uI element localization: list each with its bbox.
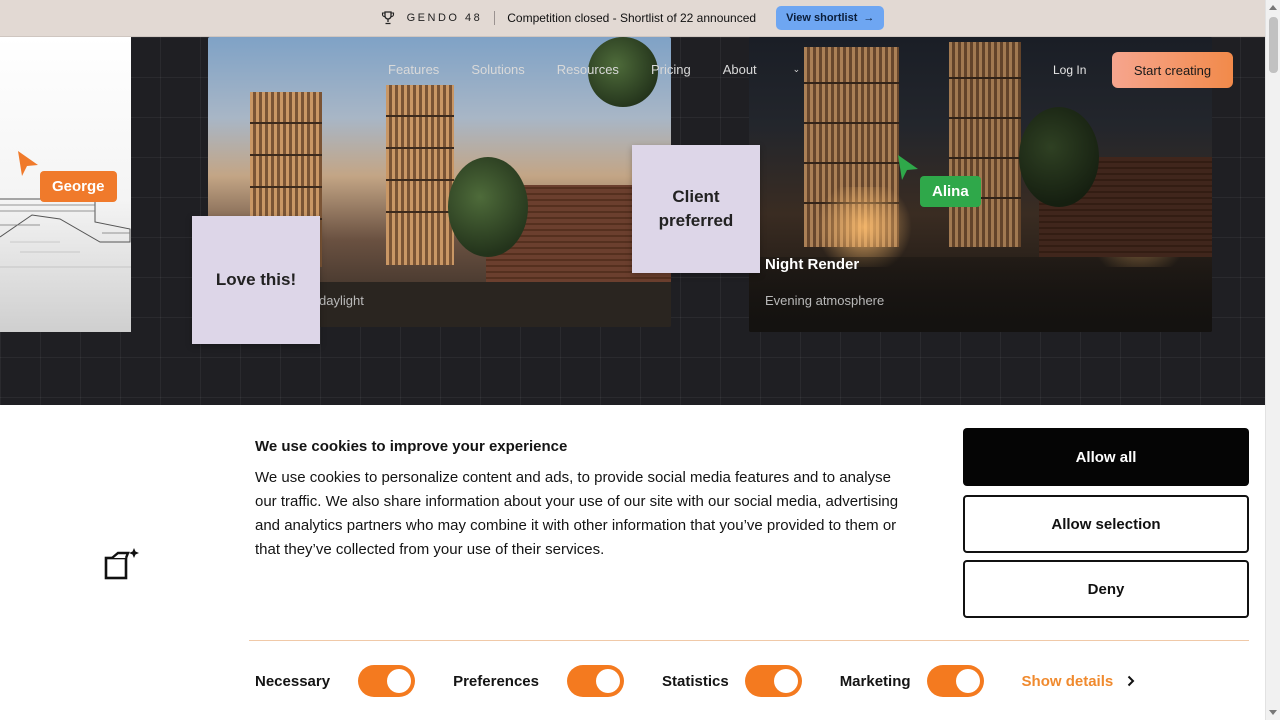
nav-item-features[interactable]: Features [388, 62, 439, 77]
sticky-note-text: Client preferred [658, 187, 734, 230]
arrow-right-icon: → [863, 12, 875, 24]
nav-item-resources[interactable]: Resources [557, 62, 619, 77]
cookie-title: We use cookies to improve your experienc… [255, 438, 568, 455]
brand-logo-icon [104, 548, 139, 580]
nav-item-pricing[interactable]: Pricing [651, 62, 691, 77]
statistics-label: Statistics [661, 672, 729, 690]
sticky-note-love[interactable]: Love this! [192, 216, 320, 344]
preferences-label: Preferences [453, 672, 539, 690]
necessary-toggle[interactable] [358, 665, 416, 697]
cookie-banner: We use cookies to improve your experienc… [0, 405, 1265, 720]
nav-item-solutions[interactable]: Solutions [471, 62, 524, 77]
tree [448, 157, 528, 257]
night-render-title: Night Render [765, 256, 860, 273]
nav-item-about-label: About [722, 62, 757, 77]
statistics-toggle[interactable] [744, 665, 802, 697]
tree [1019, 107, 1099, 207]
alina-cursor-icon [898, 155, 918, 180]
cursor-label-alina: Alina [920, 176, 981, 207]
allow-all-button[interactable]: Allow all [963, 428, 1249, 486]
nav-item-about[interactable]: About ⌄ [723, 62, 833, 77]
cursor-label-george: George [40, 171, 117, 202]
chevron-right-icon [1128, 675, 1135, 687]
scrollbar-thumb[interactable] [1269, 17, 1278, 73]
main-nav: Features Solutions Resources Pricing Abo… [388, 62, 864, 77]
marketing-label: Marketing [839, 672, 911, 690]
deny-button[interactable]: Deny [963, 560, 1249, 618]
show-details-link[interactable]: Show details [1022, 673, 1136, 690]
building-shape [386, 85, 454, 265]
george-cursor-icon [18, 151, 38, 176]
trophy-icon [381, 11, 394, 25]
page: GENDO 48 Competition closed - Shortlist … [0, 0, 1280, 720]
divider [249, 640, 1249, 641]
cookie-description: We use cookies to personalize content an… [255, 469, 899, 558]
preferences-toggle[interactable] [566, 665, 624, 697]
window-glow [809, 187, 919, 267]
sticky-note-text: Love this! [215, 270, 297, 289]
page-scrollbar[interactable] [1265, 0, 1280, 720]
view-shortlist-button[interactable]: View shortlist → [776, 6, 885, 30]
allow-selection-button[interactable]: Allow selection [963, 495, 1249, 553]
chevron-down-icon: ⌄ [792, 64, 801, 74]
login-link[interactable]: Log In [1053, 63, 1086, 77]
start-creating-button[interactable]: Start creating [1112, 52, 1233, 88]
announcement-bar: GENDO 48 Competition closed - Shortlist … [0, 0, 1265, 37]
hero-section: daylight Night Render Evening atmosphere… [0, 37, 1265, 405]
night-render-subtitle: Evening atmosphere [765, 293, 885, 308]
cookie-consent-toggles: Necessary Preferences Statistics Marketi… [255, 665, 1135, 697]
view-shortlist-label: View shortlist [786, 12, 858, 24]
show-details-label: Show details [1021, 672, 1114, 690]
sticky-note-client[interactable]: Client preferred [632, 145, 760, 273]
scroll-up-icon[interactable] [1269, 5, 1277, 10]
divider [494, 11, 496, 25]
necessary-label: Necessary [255, 672, 331, 690]
announcement-message: Competition closed - Shortlist of 22 ann… [507, 11, 757, 25]
daylight-subtitle: daylight [319, 293, 364, 308]
event-brand: GENDO 48 [406, 12, 483, 24]
scroll-down-icon[interactable] [1269, 710, 1277, 715]
marketing-toggle[interactable] [926, 665, 984, 697]
building-shape [949, 42, 1021, 247]
